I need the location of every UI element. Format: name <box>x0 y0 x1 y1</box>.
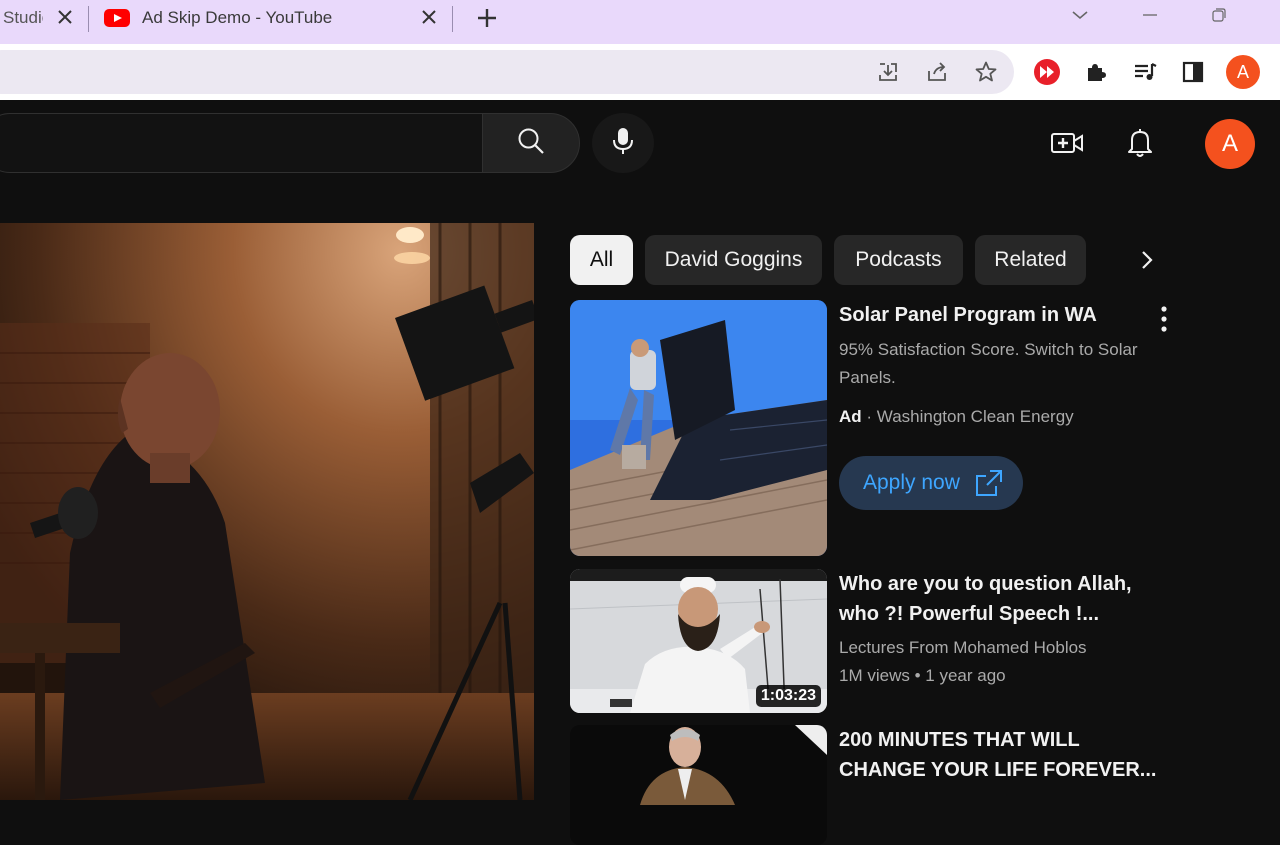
apply-now-button[interactable]: Apply now <box>839 456 1023 510</box>
tab-divider <box>452 6 453 32</box>
chevron-right-icon[interactable] <box>1132 245 1162 275</box>
ad-badge: Ad <box>839 407 862 426</box>
ad-advertiser: Washington Clean Energy <box>876 407 1074 426</box>
close-icon[interactable] <box>54 6 76 28</box>
address-bar[interactable] <box>0 50 1014 94</box>
restore-icon[interactable] <box>1207 4 1231 26</box>
chip-label: Podcasts <box>855 248 942 271</box>
search-icon <box>516 126 546 161</box>
chip-label: All <box>589 248 614 271</box>
search-input[interactable] <box>0 113 482 173</box>
video-age: 1 year ago <box>925 666 1006 685</box>
ad-skipper-extension-icon[interactable] <box>1032 57 1062 87</box>
tab-studio[interactable]: Studio <box>0 0 86 36</box>
chip-podcasts[interactable]: Podcasts <box>834 235 963 285</box>
video-card[interactable]: 1:03:23 Who are you to question Allah, w… <box>570 569 1180 713</box>
tab-label: Ad Skip Demo - YouTube <box>142 8 333 27</box>
tab-divider <box>88 6 89 32</box>
browser-toolbar: A <box>0 44 1280 100</box>
search-button[interactable] <box>482 113 580 173</box>
ad-card[interactable]: Solar Panel Program in WA 95% Satisfacti… <box>570 300 1180 556</box>
dot-separator: • <box>914 666 926 685</box>
video-thumbnail[interactable] <box>570 725 827 845</box>
voice-search-button[interactable] <box>592 113 654 173</box>
video-thumbnail-image <box>570 725 827 845</box>
video-stats: 1M views • 1 year ago <box>839 662 1006 690</box>
more-options-icon[interactable] <box>1152 304 1176 334</box>
external-link-icon <box>974 468 1004 504</box>
video-title[interactable]: 200 MINUTES THAT WILL CHANGE YOUR LIFE F… <box>839 725 1159 785</box>
side-panel-icon[interactable] <box>1178 57 1208 87</box>
tab-search-chevron-icon[interactable] <box>1068 4 1092 26</box>
video-thumbnail[interactable]: 1:03:23 <box>570 569 827 713</box>
new-tab-plus-icon[interactable] <box>474 5 500 31</box>
extensions-puzzle-icon[interactable] <box>1081 57 1111 87</box>
masthead: A <box>0 100 1280 188</box>
youtube-page: A All David Goggins Podcasts Related Sol… <box>0 100 1280 845</box>
avatar-letter: A <box>1221 130 1238 157</box>
video-player[interactable] <box>0 223 534 800</box>
close-icon[interactable] <box>418 6 440 28</box>
video-views: 1M views <box>839 666 910 685</box>
create-video-icon[interactable] <box>1045 121 1089 165</box>
microphone-icon <box>611 126 635 161</box>
video-title[interactable]: Who are you to question Allah, who ?! Po… <box>839 569 1149 629</box>
avatar-letter: A <box>1236 61 1249 82</box>
ad-title[interactable]: Solar Panel Program in WA <box>839 300 1149 330</box>
ad-thumbnail[interactable] <box>570 300 827 556</box>
minimize-icon[interactable] <box>1138 4 1162 26</box>
video-frame <box>0 223 534 800</box>
install-app-icon[interactable] <box>873 57 903 87</box>
video-channel[interactable]: Lectures From Mohamed Hoblos <box>839 634 1087 662</box>
notifications-bell-icon[interactable] <box>1118 121 1162 165</box>
ad-description: 95% Satisfaction Score. Switch to Solar … <box>839 340 1138 387</box>
chip-all[interactable]: All <box>570 235 633 285</box>
youtube-logo-icon <box>104 9 130 32</box>
bookmark-star-icon[interactable] <box>971 57 1001 87</box>
tab-ad-skip-demo[interactable]: Ad Skip Demo - YouTube <box>92 0 448 36</box>
chip-label: David Goggins <box>664 248 803 271</box>
chip-label: Related <box>994 248 1067 271</box>
tab-label: Studio <box>3 8 43 27</box>
ad-thumbnail-image <box>570 300 827 556</box>
chip-david-goggins[interactable]: David Goggins <box>645 235 822 285</box>
apply-now-label: Apply now <box>863 471 960 494</box>
video-card[interactable]: 200 MINUTES THAT WILL CHANGE YOUR LIFE F… <box>570 725 1180 845</box>
video-duration: 1:03:23 <box>755 685 821 707</box>
profile-avatar[interactable]: A <box>1226 55 1260 89</box>
filter-chips: All David Goggins Podcasts Related <box>570 235 1170 285</box>
share-icon[interactable] <box>922 57 952 87</box>
ad-sponsor-line: Ad · Washington Clean Energy <box>839 403 1074 431</box>
chip-related[interactable]: Related <box>975 235 1086 285</box>
dot-separator: · <box>866 407 877 426</box>
browser-tab-strip: Studio Ad Skip Demo - YouTube <box>0 0 1280 44</box>
account-avatar[interactable]: A <box>1205 119 1255 169</box>
media-queue-icon[interactable] <box>1130 57 1160 87</box>
